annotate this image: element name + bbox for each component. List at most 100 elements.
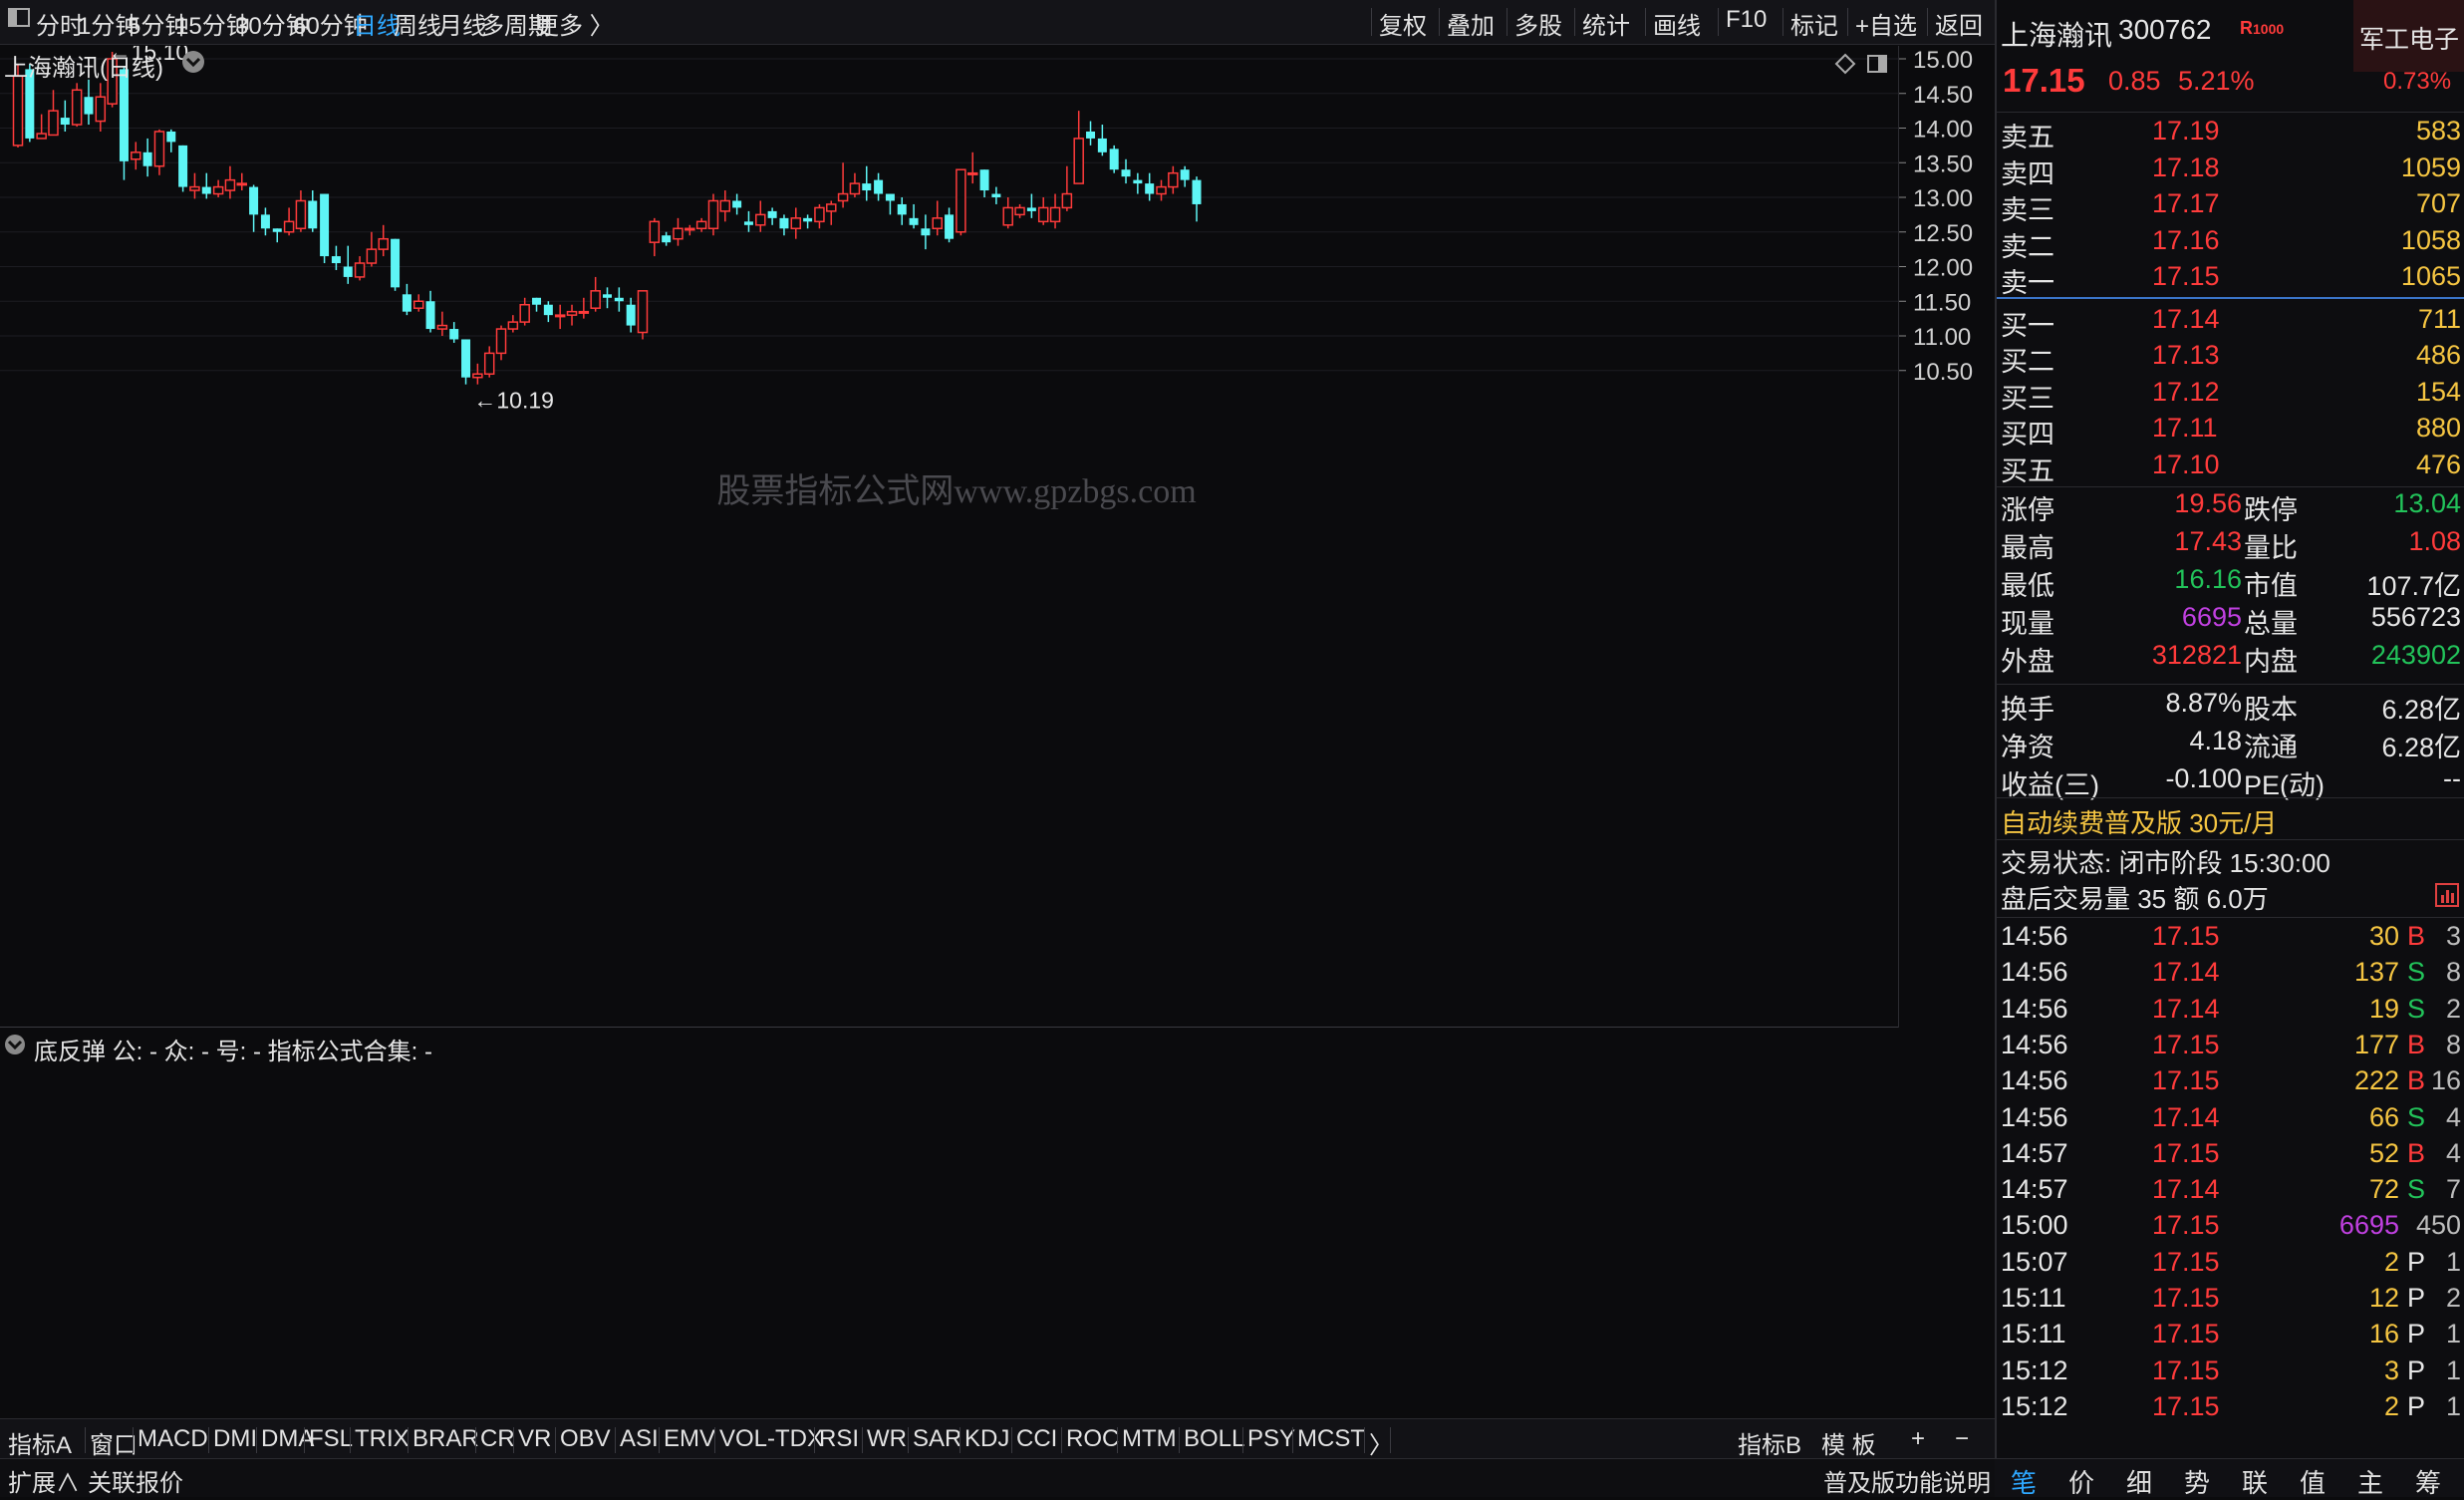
period-tab[interactable]: 分时 <box>36 6 84 41</box>
orderbook-label: 卖四 <box>2001 158 2054 189</box>
stat-label: 换手 <box>2001 695 2054 725</box>
divider <box>1179 1427 1180 1453</box>
candle-body <box>932 217 943 230</box>
tick-time: 15:11 <box>2001 1283 2066 1313</box>
template-tab[interactable]: − <box>1955 1425 1969 1453</box>
orderbook-price: 17.19 <box>2152 116 2220 146</box>
indicator-tab[interactable]: TRIX <box>355 1425 410 1453</box>
candle-body <box>425 301 435 330</box>
indicator-tab[interactable]: FSL <box>309 1425 353 1453</box>
indicator-tab[interactable]: ASI <box>620 1425 659 1453</box>
divider <box>1847 8 1848 36</box>
candle-body <box>12 75 24 147</box>
candle-body <box>532 297 542 305</box>
help-link[interactable]: 普及版功能说明 <box>1823 1463 1991 1498</box>
template-tab[interactable]: 模 板 <box>1821 1425 1876 1460</box>
indicator-tab[interactable]: 窗口 <box>90 1425 137 1460</box>
indicator-tab[interactable]: PSY <box>1247 1425 1295 1453</box>
quote-tab[interactable]: 主 <box>2357 1463 2383 1500</box>
quote-panel: 上海瀚讯 300762 R1000 军工电子 0.73% 17.15 0.85 … <box>1995 0 2464 1496</box>
toolbar-action-button[interactable]: +自选 <box>1855 6 1917 41</box>
orderbook-price: 17.15 <box>2152 261 2220 291</box>
kline-chart[interactable]: 股票指标公式网www.gpzbgs.com←15.10←10.19底反弹2022… <box>0 46 1898 1028</box>
indicator-tab[interactable]: OBV <box>560 1425 611 1453</box>
toolbar-action-button[interactable]: 标记 <box>1790 6 1838 41</box>
candle-body <box>1133 179 1143 184</box>
indicator-tab[interactable]: VR <box>518 1425 551 1453</box>
candle-body <box>1180 169 1190 180</box>
candle-body <box>119 69 129 161</box>
quote-tab[interactable]: 价 <box>2068 1463 2094 1500</box>
quote-tab[interactable]: 联 <box>2242 1463 2268 1500</box>
chevron-down-icon[interactable] <box>181 50 205 80</box>
indicator-tab[interactable]: WR <box>867 1425 907 1453</box>
quote-tab[interactable]: 势 <box>2184 1463 2210 1500</box>
toolbar-action-button[interactable]: 画线 <box>1653 6 1701 41</box>
candle-body <box>885 193 895 201</box>
toolbar-action-button[interactable]: 叠加 <box>1447 6 1495 41</box>
orderbook-price: 17.11 <box>2152 413 2218 443</box>
price-axis: 15.00 14.50 14.00 13.50 13.00 12.50 12.00 11.50… <box>1898 46 1973 1028</box>
candle-body <box>603 294 612 298</box>
quote-tab[interactable]: 值 <box>2300 1463 2326 1500</box>
indicator-tab[interactable]: RSI <box>819 1425 859 1453</box>
indicator-tab[interactable]: EMV <box>664 1425 715 1453</box>
window-toggle-icon[interactable] <box>6 5 32 38</box>
toolbar-action-button[interactable]: 统计 <box>1582 6 1630 41</box>
panel-toggle-icon[interactable] <box>1865 52 1889 82</box>
diamond-icon[interactable] <box>1833 52 1857 82</box>
quote-tab[interactable]: 筹 <box>2415 1463 2441 1500</box>
promo-link[interactable]: 自动续费普及版 30元/月 <box>2001 803 2277 840</box>
indicator-tab[interactable]: MACD <box>137 1425 208 1453</box>
indicator-tab[interactable]: DMI <box>213 1425 257 1453</box>
template-tab[interactable]: + <box>1911 1425 1925 1453</box>
indicator-tab[interactable]: BRAR <box>412 1425 479 1453</box>
tick-volume: 72 <box>2368 1174 2399 1205</box>
related-quote-button[interactable]: 关联报价 <box>88 1463 183 1498</box>
sector-name: 军工电子 <box>2359 26 2460 54</box>
toolbar-action-button[interactable]: 返回 <box>1935 6 1983 41</box>
indicator-tab[interactable]: MCST <box>1297 1425 1365 1453</box>
toolbar-action-button[interactable]: 多股 <box>1514 6 1562 41</box>
orderbook-volume: 486 <box>2415 340 2461 370</box>
bar-chart-icon[interactable] <box>2435 883 2459 914</box>
period-tab[interactable]: 更多 〉 <box>535 6 614 41</box>
stat-value: 6695 <box>2181 602 2242 632</box>
stat-label: 内盘 <box>2244 647 2298 677</box>
candle-body <box>662 235 672 243</box>
indicator-tab[interactable]: CR <box>480 1425 515 1453</box>
tick-volume: 30 <box>2368 921 2399 951</box>
indicator-tab[interactable]: VOL-TDX <box>719 1425 823 1453</box>
candle-body <box>1073 138 1084 184</box>
candle-body <box>1061 192 1073 209</box>
indicator-tab[interactable]: BOLL <box>1184 1425 1244 1453</box>
indicator-tab[interactable]: MTM <box>1122 1425 1177 1453</box>
quote-tab[interactable]: 笔 <box>2011 1463 2037 1500</box>
trade-status: 交易状态: 闭市阶段 15:30:00 <box>2001 848 2330 878</box>
period-tab[interactable]: 周线 <box>394 6 441 41</box>
indicator-tab[interactable]: KDJ <box>964 1425 1009 1453</box>
template-tab[interactable]: 指标B <box>1738 1425 1801 1460</box>
tick-price: 17.15 <box>2152 1283 2220 1313</box>
tick-count: 3 <box>2445 921 2461 951</box>
tick-volume: 52 <box>2368 1137 2399 1168</box>
toolbar-action-button[interactable]: 复权 <box>1379 6 1427 41</box>
orderbook-price: 17.13 <box>2152 340 2220 370</box>
divider <box>513 1427 514 1453</box>
candle-body <box>283 220 295 233</box>
tick-count: 1 <box>2445 1390 2461 1421</box>
indicator-tab[interactable]: CCI <box>1016 1425 1057 1453</box>
divider <box>1242 1427 1243 1453</box>
toolbar-action-button[interactable]: F10 <box>1726 6 1767 34</box>
quote-tab[interactable]: 细 <box>2126 1463 2152 1500</box>
sector-box[interactable]: 军工电子 0.73% <box>2353 0 2464 95</box>
indicator-tab[interactable]: SAR <box>913 1425 961 1453</box>
expand-button[interactable]: 扩展∧ <box>8 1463 80 1498</box>
indicator-tab[interactable]: ROC <box>1066 1425 1119 1453</box>
chevron-down-icon[interactable] <box>4 1034 26 1061</box>
period-tab[interactable]: 月线 <box>438 6 486 41</box>
indicator-tab[interactable]: 指标A <box>8 1425 72 1460</box>
candle-body <box>921 228 931 236</box>
stat-value: -0.100 <box>2165 763 2242 793</box>
indicator-tab[interactable]: DMA <box>261 1425 314 1453</box>
